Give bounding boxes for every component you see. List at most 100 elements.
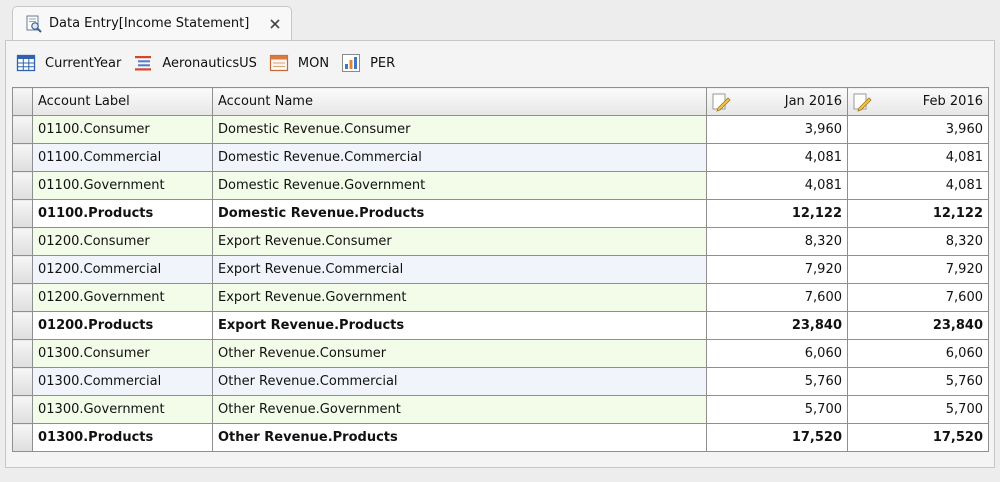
cell-account-name[interactable]: Export Revenue.Products <box>212 311 707 340</box>
pencil-icon <box>853 93 872 112</box>
cell-jan-2016[interactable]: 7,600 <box>706 283 848 312</box>
cell-account-name[interactable]: Domestic Revenue.Government <box>212 171 707 200</box>
table-row[interactable]: 01100.Products Domestic Revenue.Products 1… <box>12 199 989 228</box>
table-row[interactable]: 01200.Government Export Revenue.Governmen… <box>12 283 989 312</box>
row-selector[interactable] <box>12 171 33 200</box>
cell-account-label[interactable]: 01100.Products <box>32 199 213 228</box>
cell-feb-2016[interactable]: 23,840 <box>847 311 989 340</box>
row-selector[interactable] <box>12 283 33 312</box>
cell-account-name[interactable]: Other Revenue.Government <box>212 395 707 424</box>
table-row[interactable]: 01300.Consumer Other Revenue.Consumer 6,06… <box>12 339 989 368</box>
cell-jan-2016[interactable]: 8,320 <box>706 227 848 256</box>
column-header-account-label[interactable]: Account Label <box>32 87 213 116</box>
pov-scenario[interactable]: CurrentYear <box>16 53 121 73</box>
cell-jan-2016[interactable]: 3,960 <box>706 115 848 144</box>
pov-frequency-label: MON <box>297 55 330 71</box>
tab-strip: Data Entry[Income Statement] <box>0 0 1000 40</box>
cell-account-label[interactable]: 01100.Consumer <box>32 115 213 144</box>
cell-account-label[interactable]: 01300.Products <box>32 423 213 452</box>
row-selector[interactable] <box>12 143 33 172</box>
tab-label: Data Entry[Income Statement] <box>49 16 250 31</box>
app-window: Data Entry[Income Statement] CurrentYear… <box>0 0 1000 482</box>
cell-account-name[interactable]: Export Revenue.Commercial <box>212 255 707 284</box>
cell-jan-2016[interactable]: 6,060 <box>706 339 848 368</box>
row-selector[interactable] <box>12 423 33 452</box>
table-row[interactable]: 01300.Government Other Revenue.Government… <box>12 395 989 424</box>
row-selector[interactable] <box>12 199 33 228</box>
row-selector[interactable] <box>12 227 33 256</box>
cell-jan-2016[interactable]: 4,081 <box>706 143 848 172</box>
cell-feb-2016[interactable]: 4,081 <box>847 143 989 172</box>
cell-feb-2016[interactable]: 7,600 <box>847 283 989 312</box>
cell-account-label[interactable]: 01200.Government <box>32 283 213 312</box>
row-selector[interactable] <box>12 311 33 340</box>
table-row[interactable]: 01200.Products Export Revenue.Products 23,… <box>12 311 989 340</box>
row-selector[interactable] <box>12 339 33 368</box>
cell-jan-2016[interactable]: 17,520 <box>706 423 848 452</box>
data-grid: Account Label Account Name Jan 2016 Feb … <box>12 87 989 452</box>
pov-view[interactable]: PER <box>341 53 395 73</box>
cell-feb-2016[interactable]: 5,760 <box>847 367 989 396</box>
row-selector[interactable] <box>12 115 33 144</box>
table-row[interactable]: 01200.Commercial Export Revenue.Commercia… <box>12 255 989 284</box>
cell-account-name[interactable]: Other Revenue.Products <box>212 423 707 452</box>
column-header-feb-2016[interactable]: Feb 2016 <box>847 87 989 116</box>
row-selector[interactable] <box>12 255 33 284</box>
table-row[interactable]: 01300.Commercial Other Revenue.Commercial… <box>12 367 989 396</box>
pencil-icon <box>712 93 731 112</box>
pov-entity-label: AeronauticsUS <box>162 55 257 71</box>
cell-feb-2016[interactable]: 17,520 <box>847 423 989 452</box>
cell-feb-2016[interactable]: 12,122 <box>847 199 989 228</box>
cell-jan-2016[interactable]: 7,920 <box>706 255 848 284</box>
cell-feb-2016[interactable]: 5,700 <box>847 395 989 424</box>
cell-feb-2016[interactable]: 6,060 <box>847 339 989 368</box>
cell-account-name[interactable]: Domestic Revenue.Commercial <box>212 143 707 172</box>
row-selector-header[interactable] <box>12 87 33 116</box>
cell-jan-2016[interactable]: 23,840 <box>706 311 848 340</box>
tab-data-entry[interactable]: Data Entry[Income Statement] <box>12 6 292 40</box>
cell-account-label[interactable]: 01300.Commercial <box>32 367 213 396</box>
pov-view-label: PER <box>370 55 396 71</box>
cell-feb-2016[interactable]: 4,081 <box>847 171 989 200</box>
cell-account-label[interactable]: 01100.Government <box>32 171 213 200</box>
column-header-jan-2016[interactable]: Jan 2016 <box>706 87 848 116</box>
pov-toolbar: CurrentYear AeronauticsUS MON PER <box>16 51 407 75</box>
cell-account-label[interactable]: 01200.Consumer <box>32 227 213 256</box>
list-icon <box>135 56 152 71</box>
cell-account-name[interactable]: Other Revenue.Commercial <box>212 367 707 396</box>
cell-jan-2016[interactable]: 4,081 <box>706 171 848 200</box>
cell-feb-2016[interactable]: 8,320 <box>847 227 989 256</box>
cell-account-label[interactable]: 01200.Commercial <box>32 255 213 284</box>
cell-account-name[interactable]: Domestic Revenue.Products <box>212 199 707 228</box>
close-tab-button[interactable] <box>267 16 283 32</box>
column-header-feb-2016-label: Feb 2016 <box>922 94 983 109</box>
row-selector[interactable] <box>12 395 33 424</box>
cell-jan-2016[interactable]: 12,122 <box>706 199 848 228</box>
cell-jan-2016[interactable]: 5,700 <box>706 395 848 424</box>
cell-jan-2016[interactable]: 5,760 <box>706 367 848 396</box>
cell-account-name[interactable]: Export Revenue.Consumer <box>212 227 707 256</box>
cell-account-name[interactable]: Export Revenue.Government <box>212 283 707 312</box>
cell-feb-2016[interactable]: 3,960 <box>847 115 989 144</box>
table-row[interactable]: 01100.Commercial Domestic Revenue.Commerc… <box>12 143 989 172</box>
table-row[interactable]: 01300.Products Other Revenue.Products 17,5… <box>12 423 989 452</box>
cell-feb-2016[interactable]: 7,920 <box>847 255 989 284</box>
cell-account-label[interactable]: 01300.Consumer <box>32 339 213 368</box>
bar-chart-icon <box>342 54 361 72</box>
cell-account-label[interactable]: 01100.Commercial <box>32 143 213 172</box>
pov-entity[interactable]: AeronauticsUS <box>133 53 257 73</box>
cell-account-name[interactable]: Other Revenue.Consumer <box>212 339 707 368</box>
column-header-jan-2016-label: Jan 2016 <box>784 94 842 109</box>
close-icon <box>270 18 280 29</box>
table-row[interactable]: 01200.Consumer Export Revenue.Consumer 8,3… <box>12 227 989 256</box>
column-header-account-name[interactable]: Account Name <box>212 87 707 116</box>
grid-body: 01100.Consumer Domestic Revenue.Consumer 3… <box>12 115 989 452</box>
cell-account-label[interactable]: 01200.Products <box>32 311 213 340</box>
cell-account-label[interactable]: 01300.Government <box>32 395 213 424</box>
cell-account-name[interactable]: Domestic Revenue.Consumer <box>212 115 707 144</box>
row-selector[interactable] <box>12 367 33 396</box>
table-row[interactable]: 01100.Government Domestic Revenue.Governm… <box>12 171 989 200</box>
document-search-icon <box>26 15 42 33</box>
table-row[interactable]: 01100.Consumer Domestic Revenue.Consumer 3… <box>12 115 989 144</box>
pov-frequency[interactable]: MON <box>269 53 329 73</box>
